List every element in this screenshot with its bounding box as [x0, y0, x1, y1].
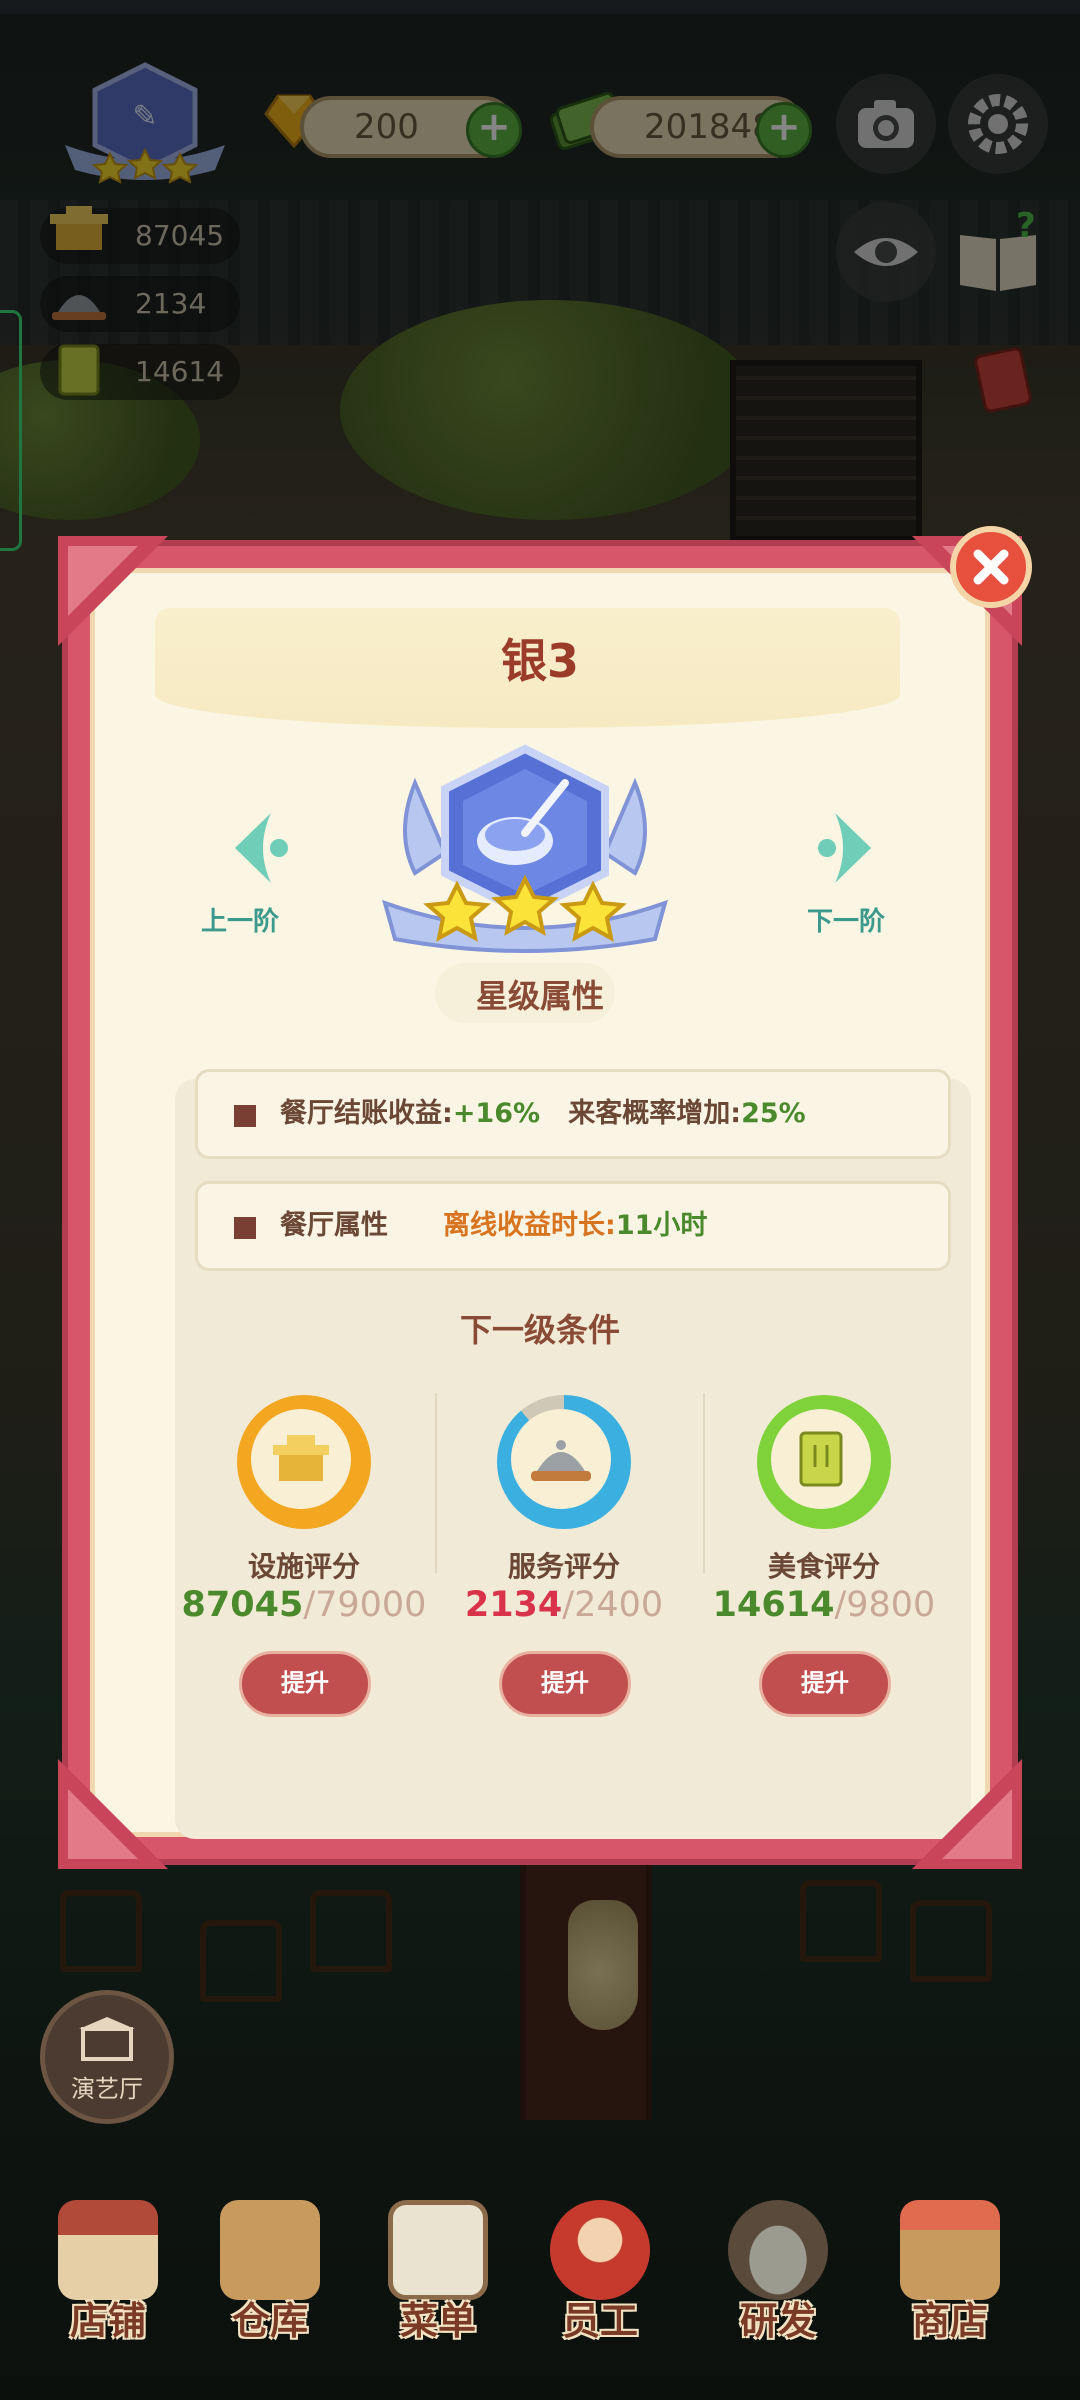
cloche-icon	[531, 1440, 591, 1481]
facility-score-label: 设施评分	[247, 1550, 360, 1583]
service-score-label: 服务评分	[507, 1550, 620, 1583]
nav-warehouse[interactable]: 仓库	[200, 2190, 340, 2343]
offline-income-value: 11小时	[615, 1210, 708, 1241]
rank-details-dialog: 银3 上一阶 下一阶 星级属性 餐厅结账收益:+16% 来客概率增加:25% 餐…	[58, 536, 1022, 1869]
next-level-conditions-title: 下一级条件	[459, 1311, 620, 1349]
food-condition: 美食评分 14614/9800 提升	[697, 1395, 937, 1717]
chevron-left-icon	[235, 813, 288, 883]
performance-hall-label: 演艺厅	[71, 2075, 143, 2103]
star-attributes-title: 星级属性	[475, 977, 604, 1015]
corner-ornament	[58, 1759, 168, 1869]
facility-condition: 设施评分 87045/79000 提升	[177, 1395, 426, 1717]
nav-shop-front[interactable]: 店铺	[38, 2190, 178, 2343]
food-score-label: 美食评分	[767, 1550, 880, 1583]
upgrade-food-button[interactable]: 提升	[759, 1651, 891, 1717]
service-score-value: 2134/2400	[464, 1585, 664, 1625]
guest-rate-value: 25%	[741, 1098, 806, 1129]
clipboard-icon	[388, 2200, 488, 2300]
restaurant-attr-label: 餐厅属性	[280, 1210, 388, 1241]
nav-store[interactable]: 商店	[880, 2190, 1020, 2343]
previous-tier-label[interactable]: 上一阶	[201, 901, 279, 938]
food-progress-ring	[757, 1395, 891, 1529]
service-progress-ring	[497, 1395, 631, 1529]
next-tier-label[interactable]: 下一阶	[807, 901, 885, 938]
facility-score-value: 87045/79000	[181, 1585, 427, 1625]
rank-emblem	[375, 743, 675, 953]
dialog-body: 银3 上一阶 下一阶 星级属性 餐厅结账收益:+16% 来客概率增加:25% 餐…	[90, 568, 990, 1839]
guest-rate-label: 来客概率增加	[568, 1098, 731, 1129]
facility-progress-ring	[237, 1395, 371, 1529]
corner-ornament	[912, 1759, 1022, 1869]
bullet-icon	[234, 1105, 256, 1127]
chef-icon	[550, 2200, 650, 2300]
nav-label: 店铺	[69, 2299, 146, 2343]
storefront-icon	[58, 2200, 158, 2300]
food-score-value: 14614/9800	[712, 1585, 936, 1625]
close-icon	[973, 549, 1009, 585]
checkout-income-label: 餐厅结账收益:+16% 来客概率增加:25%	[280, 1098, 806, 1129]
attribute-row-2: 餐厅属性 离线收益时长:11小时	[195, 1181, 951, 1271]
chevron-right-icon	[818, 813, 871, 883]
nav-label: 员工	[561, 2299, 638, 2343]
nav-menu[interactable]: 菜单	[368, 2190, 508, 2343]
next-tier-button[interactable]	[803, 803, 893, 893]
rank-title: 银3	[500, 634, 579, 688]
nav-label: 研发	[739, 2299, 816, 2343]
close-dialog-button[interactable]	[950, 526, 1032, 608]
upgrade-facility-button[interactable]: 提升	[239, 1651, 371, 1717]
checkout-income-value: +16%	[452, 1098, 541, 1129]
cooking-pot-icon	[728, 2200, 828, 2300]
attribute-row-1: 餐厅结账收益:+16% 来客概率增加:25%	[195, 1069, 951, 1159]
nav-research[interactable]: 研发	[708, 2190, 848, 2343]
nav-label: 仓库	[231, 2299, 308, 2343]
box-icon	[220, 2200, 320, 2300]
stage-icon	[79, 2017, 135, 2061]
corner-ornament	[58, 536, 168, 646]
bullet-icon	[234, 1217, 256, 1239]
nav-staff[interactable]: 员工	[530, 2190, 670, 2343]
previous-tier-button[interactable]	[213, 803, 303, 893]
shop-icon	[900, 2200, 1000, 2300]
facility-icon	[273, 1435, 329, 1481]
performance-hall-button[interactable]: 演艺厅	[40, 1990, 174, 2124]
cookbook-icon	[799, 1431, 843, 1487]
offline-income-label: 离线收益时长:11小时	[443, 1210, 708, 1241]
nav-label: 商店	[911, 2299, 988, 2343]
nav-label: 菜单	[399, 2299, 476, 2343]
service-condition: 服务评分 2134/2400 提升	[437, 1395, 677, 1717]
upgrade-service-button[interactable]: 提升	[499, 1651, 631, 1717]
